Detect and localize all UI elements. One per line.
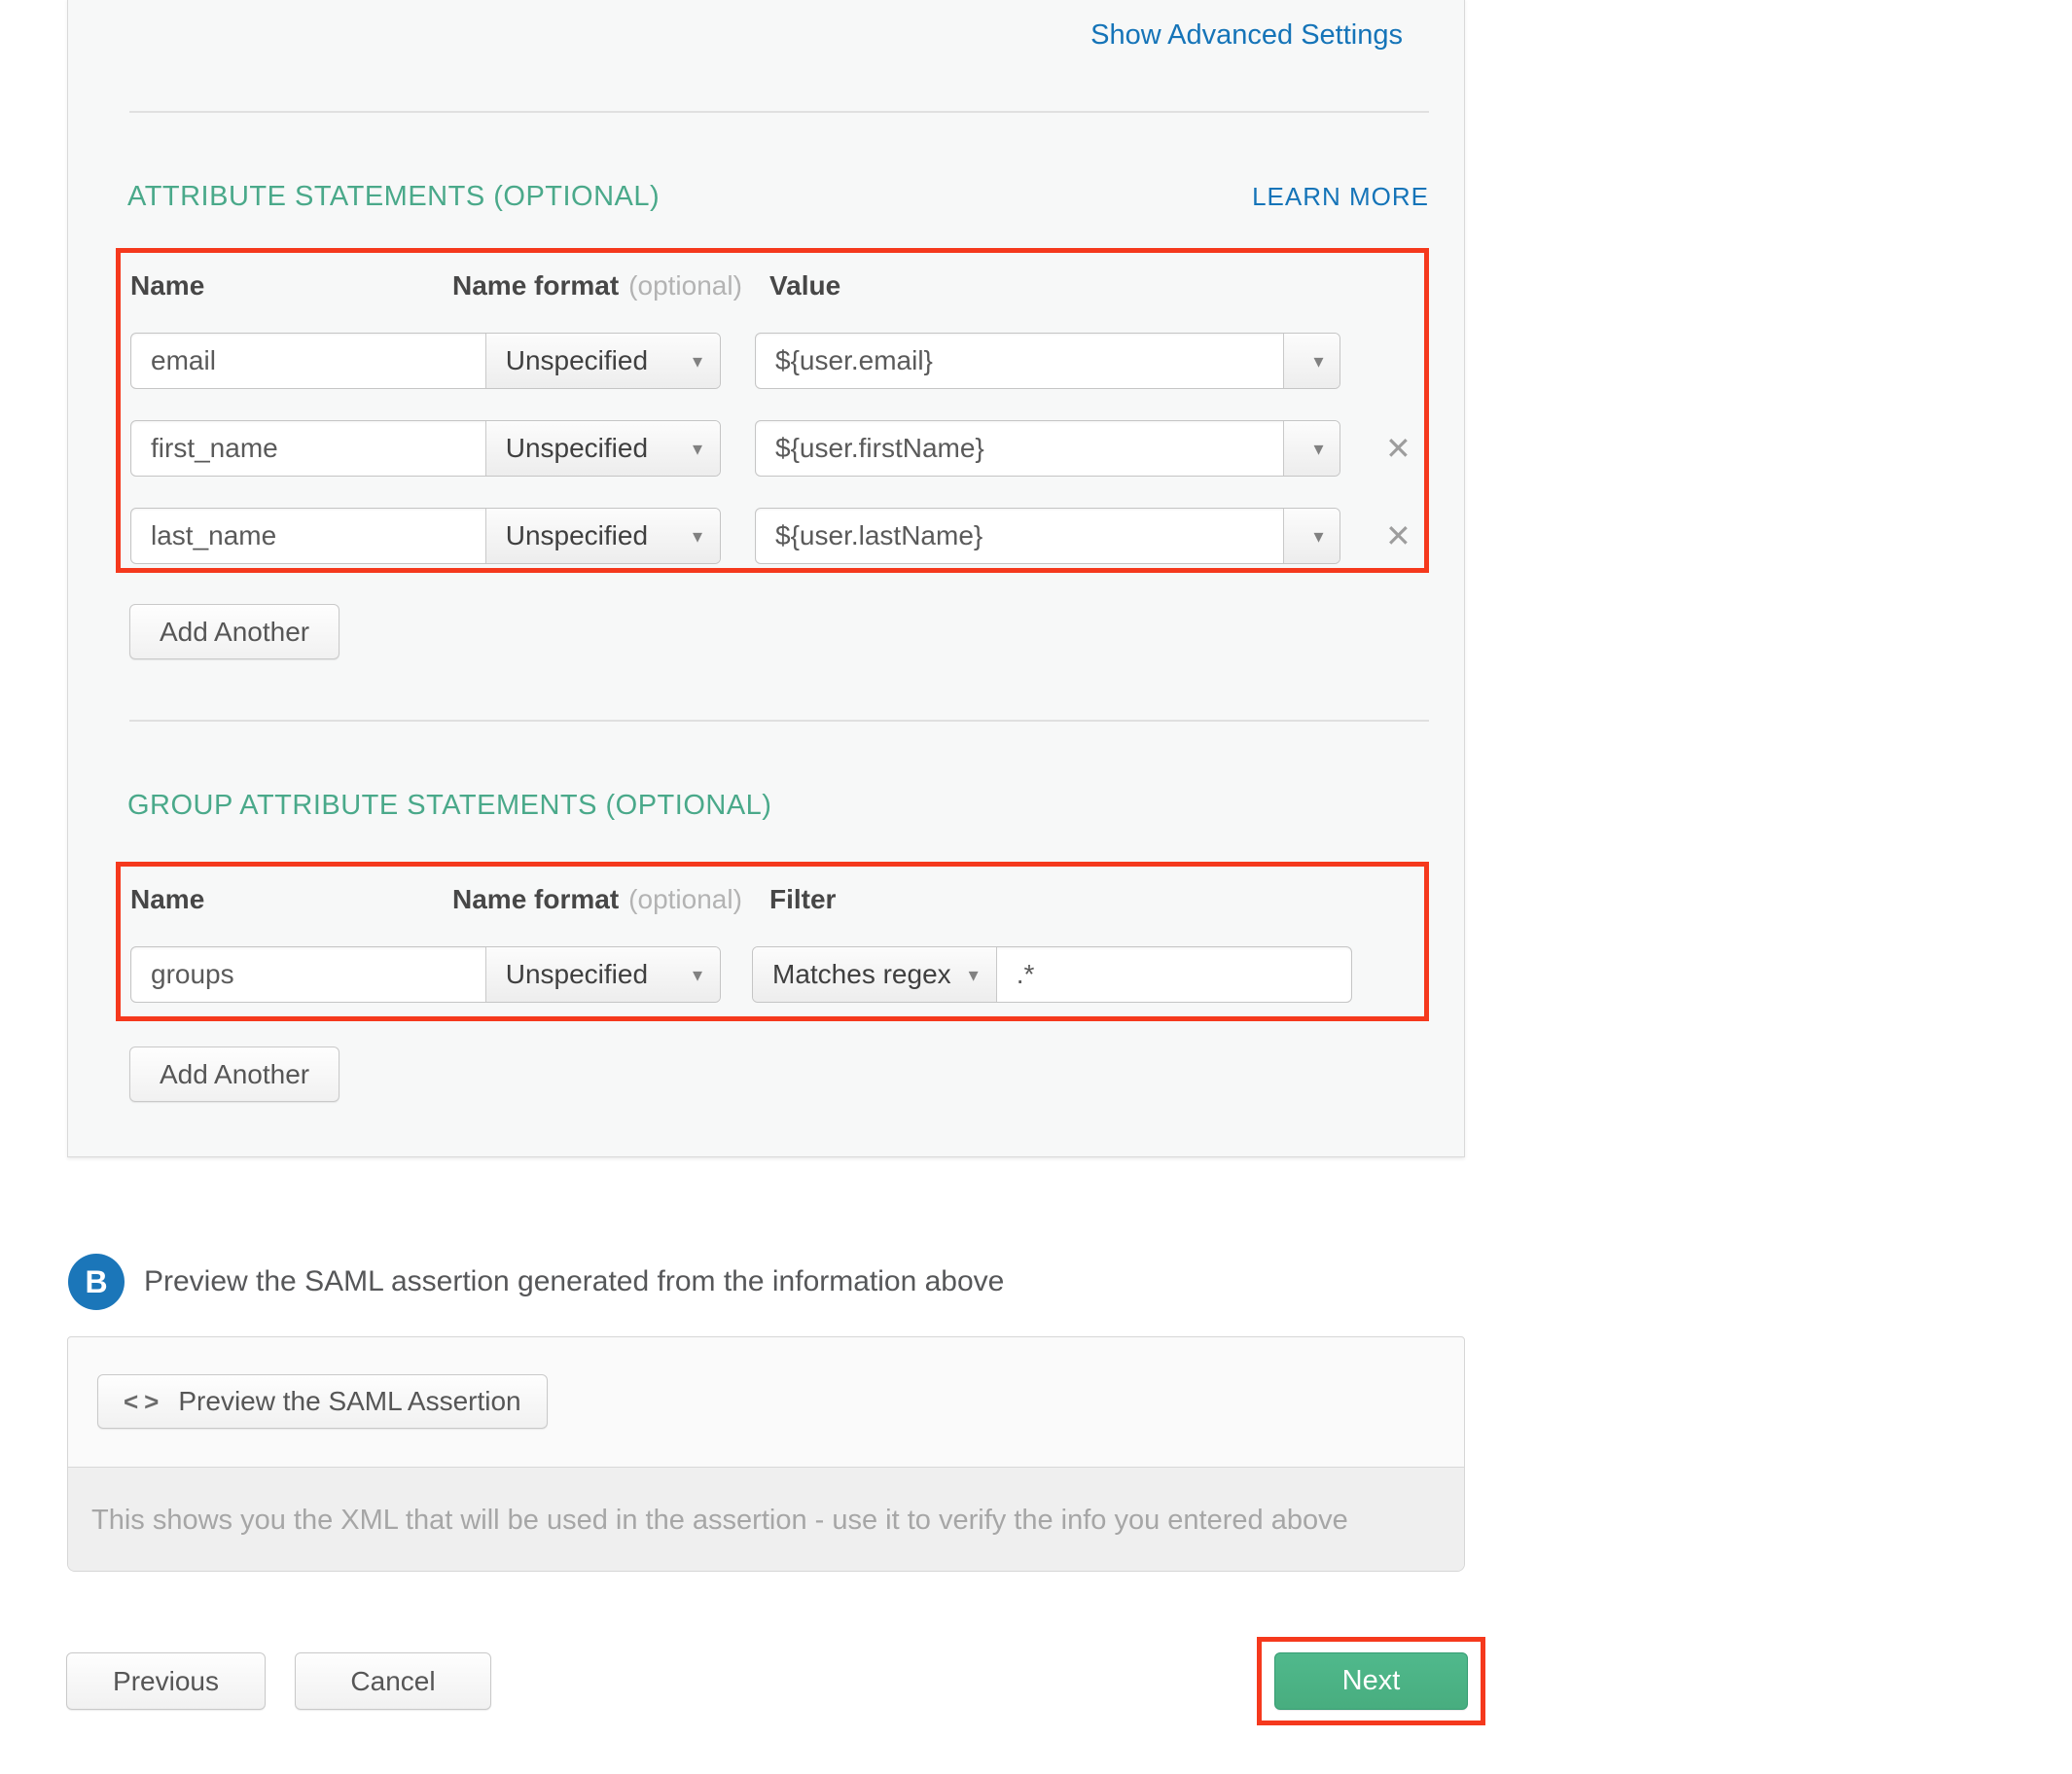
chevron-down-icon: ▾ [1313, 524, 1323, 549]
chevron-down-icon: ▾ [693, 349, 702, 373]
chevron-down-icon: ▾ [693, 437, 702, 461]
attribute-statements-heading: ATTRIBUTE STATEMENTS (OPTIONAL) [127, 181, 660, 213]
chevron-down-icon: ▾ [1313, 437, 1323, 461]
chevron-down-icon: ▾ [1313, 349, 1323, 373]
code-brackets-icon: <> [124, 1387, 164, 1417]
attribute-statements-annotation-box: Name Name format (optional) Value Unspeci… [116, 248, 1429, 573]
divider [129, 111, 1429, 113]
column-header-optional: (optional) [628, 270, 742, 301]
attribute-name-input[interactable] [131, 509, 485, 563]
column-header-name: Name [130, 884, 452, 915]
add-another-attribute-button[interactable]: Add Another [129, 604, 339, 659]
step-b-badge: B [68, 1254, 125, 1310]
saml-settings-panel: Show Advanced Settings ATTRIBUTE STATEME… [67, 0, 1465, 1157]
value-dropdown-button[interactable]: ▾ [1283, 421, 1340, 476]
name-format-select[interactable]: Unspecified ▾ [485, 509, 720, 563]
preview-saml-assertion-button[interactable]: <> Preview the SAML Assertion [97, 1374, 548, 1429]
preview-hint-text: This shows you the XML that will be used… [91, 1505, 1348, 1537]
attribute-row: Unspecified ▾ ▾ ✕ [130, 508, 1424, 564]
divider [129, 720, 1429, 722]
attribute-name-input[interactable] [131, 421, 485, 476]
column-header-value: Value [769, 270, 840, 302]
name-format-select[interactable]: Unspecified ▾ [485, 421, 720, 476]
attribute-name-input[interactable] [131, 334, 485, 388]
group-name-input[interactable] [131, 947, 485, 1002]
previous-button[interactable]: Previous [66, 1652, 266, 1710]
attribute-value-input[interactable] [756, 509, 1283, 563]
group-attribute-statements-annotation-box: Name Name format (optional) Filter Unspec… [116, 862, 1429, 1021]
value-dropdown-button[interactable]: ▾ [1283, 334, 1340, 388]
column-header-name: Name [130, 270, 452, 302]
filter-value-input[interactable] [997, 947, 1351, 1002]
next-button-annotation-box: Next [1257, 1637, 1485, 1725]
remove-row-icon[interactable]: ✕ [1385, 433, 1411, 464]
chevron-down-icon: ▾ [969, 963, 979, 987]
attribute-value-input[interactable] [756, 334, 1283, 388]
learn-more-link[interactable]: LEARN MORE [1252, 182, 1429, 212]
next-button[interactable]: Next [1274, 1652, 1468, 1710]
column-header-name-format: Name format [452, 270, 619, 301]
group-attribute-statements-heading: GROUP ATTRIBUTE STATEMENTS (OPTIONAL) [127, 790, 771, 822]
chevron-down-icon: ▾ [693, 963, 702, 987]
group-attribute-row: Unspecified ▾ Matches regex ▾ [130, 946, 1424, 1003]
value-dropdown-button[interactable]: ▾ [1283, 509, 1340, 563]
preview-assertion-panel: <> Preview the SAML Assertion This shows… [67, 1336, 1465, 1572]
column-header-filter: Filter [769, 884, 836, 915]
chevron-down-icon: ▾ [693, 524, 702, 549]
cancel-button[interactable]: Cancel [295, 1652, 491, 1710]
attribute-row: Unspecified ▾ ▾ ✕ [130, 420, 1424, 477]
filter-type-select[interactable]: Matches regex ▾ [753, 947, 997, 1002]
name-format-select[interactable]: Unspecified ▾ [485, 334, 720, 388]
preview-section-title: Preview the SAML assertion generated fro… [144, 1265, 1004, 1298]
preview-button-label: Preview the SAML Assertion [178, 1386, 520, 1417]
column-header-name-format: Name format [452, 884, 619, 914]
attribute-value-input[interactable] [756, 421, 1283, 476]
name-format-select[interactable]: Unspecified ▾ [485, 947, 720, 1002]
column-header-optional: (optional) [628, 884, 742, 914]
show-advanced-settings-link[interactable]: Show Advanced Settings [1090, 19, 1403, 51]
remove-row-icon[interactable]: ✕ [1385, 520, 1411, 551]
attribute-row: Unspecified ▾ ▾ [130, 333, 1424, 389]
add-another-group-attribute-button[interactable]: Add Another [129, 1047, 339, 1102]
